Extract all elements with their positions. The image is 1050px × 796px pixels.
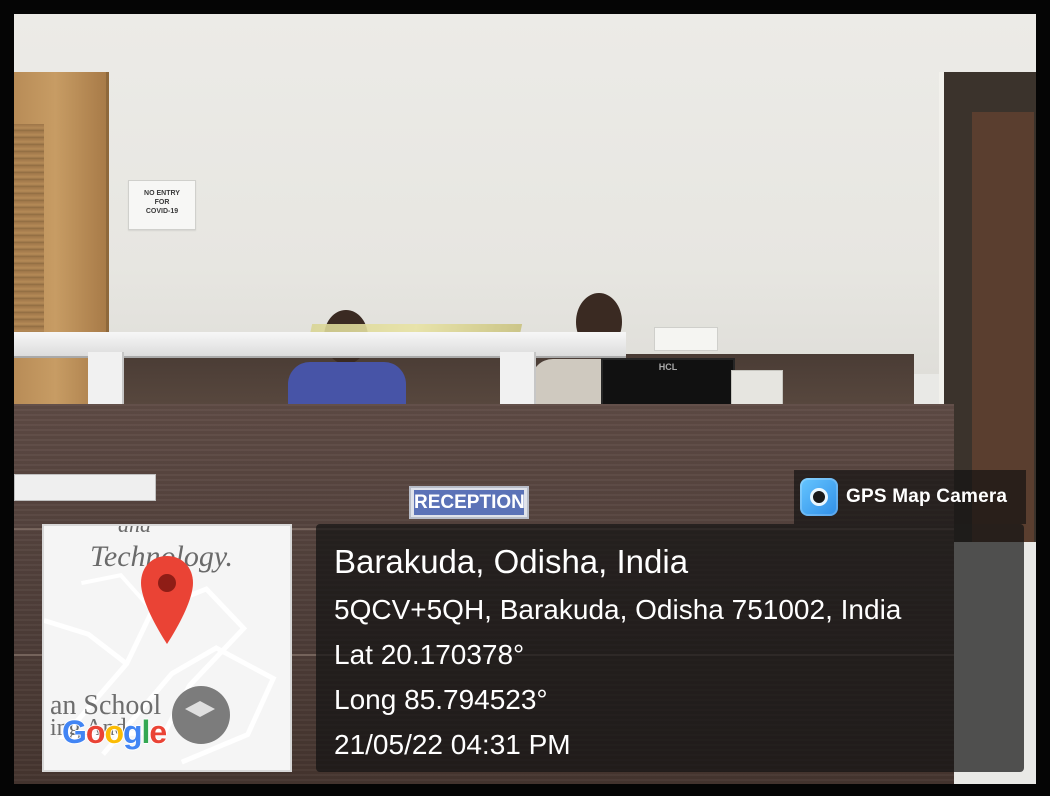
graduation-cap-icon [185, 701, 215, 717]
google-logo: Google [62, 714, 167, 751]
monitor-brand: HCL [658, 362, 678, 372]
logo-letter: e [149, 714, 167, 750]
counter-strip [14, 474, 156, 501]
person-left [288, 362, 406, 408]
gps-map-camera-badge: GPS Map Camera [794, 470, 1026, 524]
counter-post-right [500, 352, 536, 410]
date-time: 21/05/22 04:31 PM [334, 729, 571, 760]
monitor: HCL [601, 358, 735, 408]
camera-lens-icon [810, 488, 828, 506]
gps-brand-label: GPS Map Camera [846, 486, 1008, 507]
wall-socket [654, 327, 718, 351]
printer [731, 370, 783, 408]
door-panel [14, 124, 44, 339]
notice-line-1: NO ENTRY [144, 190, 180, 197]
logo-letter: o [104, 714, 124, 750]
notice-line-3: COVID-19 [145, 208, 179, 215]
location-title: Barakuda, Odisha, India [334, 543, 689, 580]
scene-photo: NO ENTRY FOR COVID-19 HCL RECEPTION GPS … [14, 14, 1036, 784]
location-pin-icon [138, 554, 196, 646]
logo-letter: G [62, 714, 87, 750]
logo-letter: o [85, 714, 106, 750]
logo-letter: g [122, 714, 143, 750]
counter-post-left [88, 352, 124, 410]
school-icon [172, 686, 230, 744]
map-preview: and Technology. an School ing And Google [42, 524, 292, 772]
full-address: 5QCV+5QH, Barakuda, Odisha 751002, India [334, 594, 902, 625]
covid-notice: NO ENTRY FOR COVID-19 [128, 180, 196, 230]
reception-sign: RECEPTION [409, 486, 529, 519]
reception-sign-text: RECEPTION [414, 490, 525, 515]
latitude: Lat 20.170378° [334, 639, 525, 670]
notice-line-2: FOR [154, 199, 170, 206]
longitude: Long 85.794523° [334, 684, 548, 715]
photo-frame: NO ENTRY FOR COVID-19 HCL RECEPTION GPS … [0, 0, 1050, 796]
location-info-panel: Barakuda, Odisha, India 5QCV+5QH, Baraku… [316, 524, 1024, 772]
camera-app-icon [800, 478, 838, 516]
